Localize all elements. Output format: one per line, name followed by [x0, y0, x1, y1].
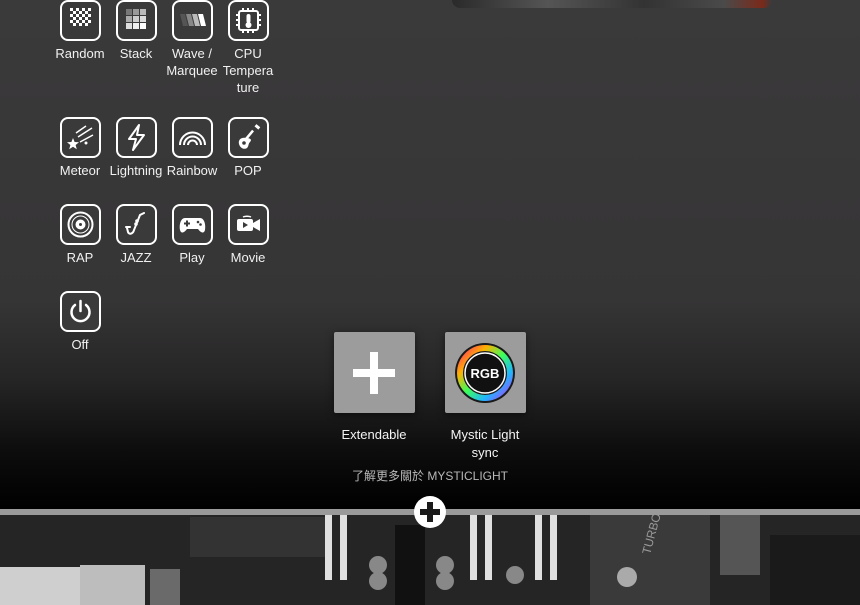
rgb-badge-text: RGB: [471, 366, 500, 381]
effect-movie[interactable]: Movie: [218, 204, 278, 266]
extendable-label: Extendable: [341, 427, 407, 442]
effect-wave-marquee[interactable]: Wave / Marquee: [162, 0, 222, 79]
effect-pop[interactable]: POP: [218, 117, 278, 179]
gamepad-icon[interactable]: [171, 204, 213, 245]
random-icon[interactable]: [59, 0, 101, 41]
effect-label: Off: [71, 337, 89, 352]
stack-icon[interactable]: [115, 0, 157, 41]
effect-jazz[interactable]: JAZZ: [106, 204, 166, 266]
effect-label: JAZZ: [120, 250, 152, 265]
power-icon[interactable]: [59, 291, 101, 332]
effect-label: Meteor: [59, 163, 101, 178]
effect-off[interactable]: Off: [50, 291, 110, 353]
effect-rainbow[interactable]: Rainbow: [162, 117, 222, 179]
effect-lightning[interactable]: Lightning: [106, 117, 166, 179]
plus-icon: [420, 502, 440, 522]
effect-label: Stack: [119, 46, 153, 61]
extendable-button[interactable]: [333, 332, 415, 413]
effect-label: Rainbow: [166, 163, 218, 178]
effect-label: Movie: [230, 250, 266, 265]
feature-extendable[interactable]: Extendable: [324, 332, 424, 444]
effect-label: Play: [179, 250, 205, 265]
motherboard-image: TURBO: [0, 515, 860, 605]
plus-icon: [353, 351, 395, 394]
effect-label: Random: [55, 46, 105, 61]
guitar-icon[interactable]: [227, 117, 269, 158]
motherboard-preview-strip: [452, 0, 772, 8]
saxophone-icon[interactable]: [115, 204, 157, 245]
effect-rap[interactable]: RAP: [50, 204, 110, 266]
cpu-temperature-icon[interactable]: [227, 0, 269, 41]
effect-label: POP: [234, 163, 262, 178]
effect-meteor[interactable]: Meteor: [50, 117, 110, 179]
effect-cpu-temperature[interactable]: CPU Tempera ture: [218, 0, 278, 96]
rainbow-icon[interactable]: [171, 117, 213, 158]
learn-more-mysticlight-link[interactable]: 了解更多關於 MYSTICLIGHT: [330, 467, 530, 484]
effect-label: CPU Tempera ture: [222, 46, 274, 95]
expand-button[interactable]: [414, 496, 446, 528]
effect-label: Wave / Marquee: [166, 46, 218, 78]
effect-play[interactable]: Play: [162, 204, 222, 266]
effect-random[interactable]: Random: [50, 0, 110, 62]
video-camera-icon[interactable]: [227, 204, 269, 245]
wave-icon[interactable]: [171, 0, 213, 41]
effect-stack[interactable]: Stack: [106, 0, 166, 62]
effect-label: Lightning: [109, 163, 163, 178]
rgb-ring-icon: RGB: [455, 342, 515, 403]
vinyl-record-icon[interactable]: [59, 204, 101, 245]
lightning-icon[interactable]: [115, 117, 157, 158]
effect-label: RAP: [66, 250, 94, 265]
mystic-light-sync-button[interactable]: RGB: [444, 332, 526, 413]
meteor-icon[interactable]: [59, 117, 101, 158]
mystic-light-sync-label: Mystic Light sync: [450, 427, 520, 460]
feature-mystic-light-sync[interactable]: RGB Mystic Light sync: [435, 332, 535, 462]
